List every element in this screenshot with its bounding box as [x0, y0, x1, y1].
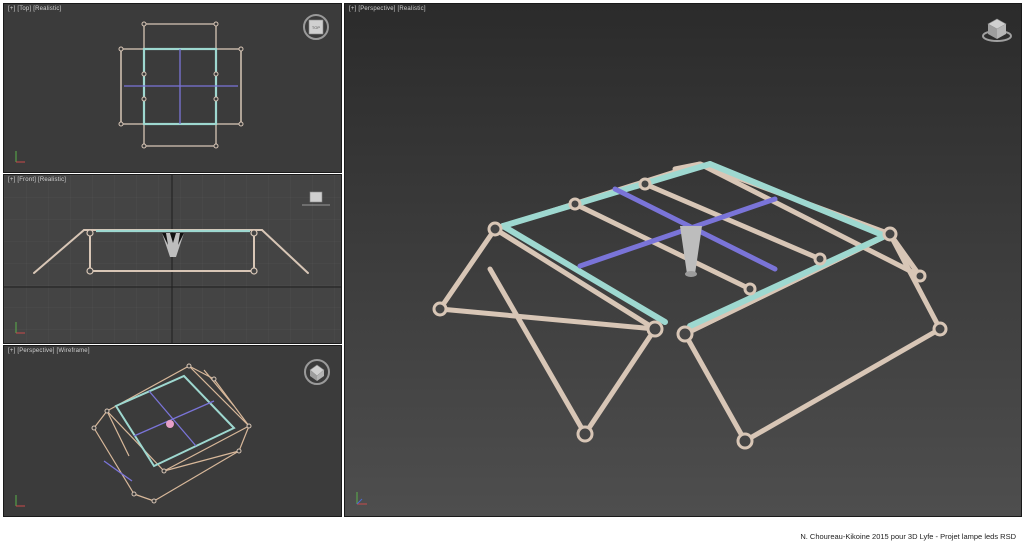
viewport-view-menu[interactable]: [Front]: [17, 177, 36, 183]
main-wood-frame: [437, 161, 943, 444]
top-purple-cross: [124, 49, 238, 124]
axis-tripod-icon: [356, 492, 367, 505]
viewport-menu-button[interactable]: [+]: [8, 348, 15, 354]
viewport-shading-menu[interactable]: [Realistic]: [398, 6, 426, 12]
viewport-perspective-main-label: [+] [Perspective] [Realistic]: [349, 6, 426, 12]
axis-tripod-icon: [15, 151, 25, 163]
viewport-front-label: [+] [Front] [Realistic]: [8, 177, 66, 183]
wire-lamp-center: [166, 420, 174, 428]
view-cube-icon[interactable]: [982, 18, 1012, 42]
viewport-perspective-main[interactable]: [+] [Perspective] [Realistic]: [344, 3, 1022, 517]
viewport-shading-menu[interactable]: [Realistic]: [33, 6, 61, 12]
viewport-top-label: [+] [Top] [Realistic]: [8, 6, 61, 12]
top-view-scene: TOP: [15, 14, 329, 163]
viewport-front[interactable]: [+] [Front] [Realistic]: [3, 174, 342, 344]
viewport-view-menu[interactable]: [Top]: [17, 6, 31, 12]
top-joints: [118, 21, 244, 149]
wire-wood-frame: [93, 365, 250, 502]
wire-joints: [91, 363, 252, 504]
view-cube-face-label: TOP: [312, 25, 320, 30]
credit-caption: N. Choureau-Kikoine 2015 pour 3D Lyfe - …: [800, 532, 1016, 541]
viewport-menu-button[interactable]: [+]: [8, 6, 15, 12]
viewport-menu-button[interactable]: [+]: [8, 177, 15, 183]
axis-tripod-icon: [15, 495, 25, 507]
viewport-perspective-wireframe-label: [+] [Perspective] [Wireframe]: [8, 348, 90, 354]
view-cube-icon[interactable]: [304, 359, 330, 385]
viewport-view-menu[interactable]: [Perspective]: [358, 6, 395, 12]
main-lamp-holder: [680, 226, 702, 277]
wireframe-view-scene: [15, 359, 330, 507]
front-view-scene: [4, 175, 341, 343]
viewport-top[interactable]: TOP [+] [Top] [Realistic]: [3, 3, 342, 173]
top-wood-frame: [120, 23, 242, 147]
viewport-view-menu[interactable]: [Perspective]: [17, 348, 54, 354]
viewport-shading-menu[interactable]: [Wireframe]: [57, 348, 90, 354]
main-perspective-scene: [356, 18, 1012, 505]
view-cube-icon[interactable]: TOP: [303, 14, 329, 40]
viewport-menu-button[interactable]: [+]: [349, 6, 356, 12]
viewport-shading-menu[interactable]: [Realistic]: [38, 177, 66, 183]
viewport-perspective-wireframe[interactable]: [+] [Perspective] [Wireframe]: [3, 345, 342, 517]
